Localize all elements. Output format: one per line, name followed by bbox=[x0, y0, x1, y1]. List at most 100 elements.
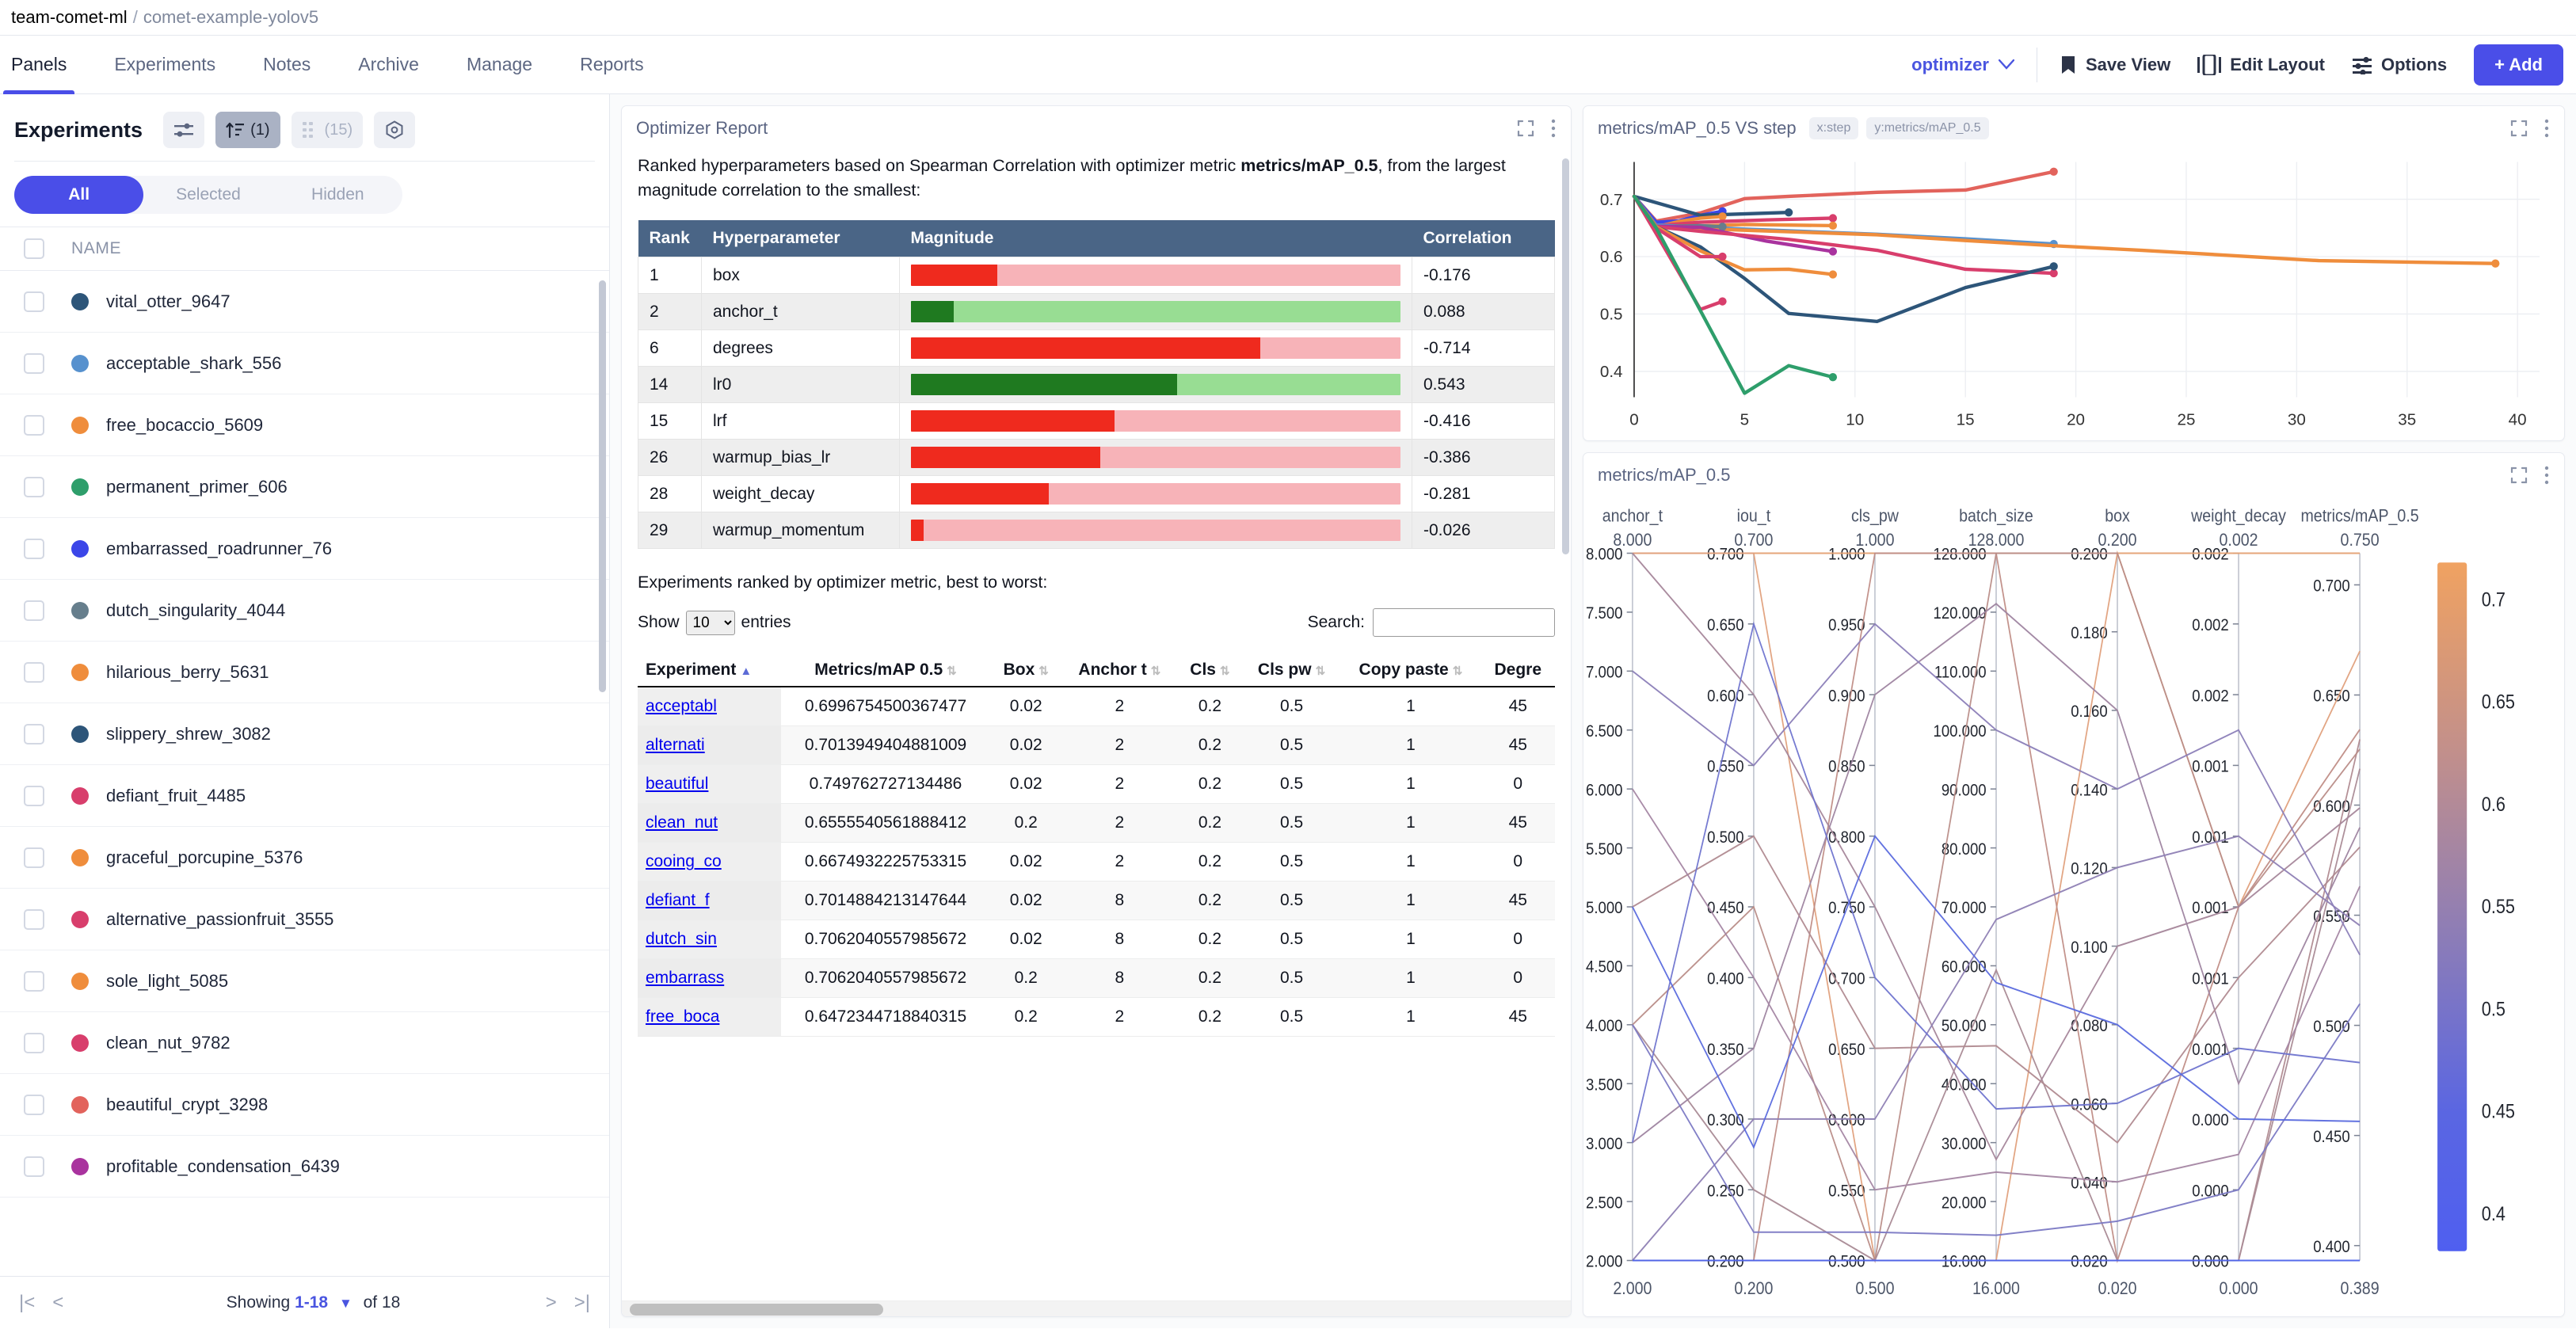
breadcrumb-team[interactable]: team-comet-ml bbox=[11, 7, 128, 28]
corr-header-hyperparameter[interactable]: Hyperparameter bbox=[701, 220, 900, 257]
view-selector[interactable]: optimizer bbox=[1911, 55, 2014, 75]
experiment-link[interactable]: acceptabl bbox=[646, 697, 717, 715]
data-point[interactable] bbox=[1828, 270, 1838, 279]
experiment-link[interactable]: free_boca bbox=[646, 1007, 719, 1026]
experiment-link[interactable]: clean_nut bbox=[646, 813, 718, 832]
experiment-checkbox[interactable] bbox=[24, 1094, 44, 1115]
experiment-list[interactable]: vital_otter_9647 acceptable_shark_556free… bbox=[0, 271, 609, 1276]
experiment-checkbox[interactable] bbox=[24, 476, 44, 497]
columns-button[interactable]: (15) bbox=[291, 112, 364, 148]
sidebar-scrollbar[interactable] bbox=[599, 280, 606, 692]
experiment-name[interactable]: hilarious_berry_5631 bbox=[106, 662, 269, 683]
experiment-name[interactable]: slippery_shrew_3082 bbox=[106, 724, 271, 744]
next-page-icon[interactable]: > bbox=[546, 1292, 557, 1314]
experiment-row[interactable]: slippery_shrew_3082 bbox=[0, 703, 609, 765]
select-all-checkbox[interactable] bbox=[24, 238, 44, 259]
cell-experiment[interactable]: acceptabl bbox=[638, 687, 782, 727]
sort-button[interactable]: (1) bbox=[215, 112, 280, 148]
dt-header-cls-pw[interactable]: Cls pw ⇅ bbox=[1242, 654, 1341, 688]
experiment-checkbox[interactable] bbox=[24, 1156, 44, 1177]
experiment-name[interactable]: embarrassed_roadrunner_76 bbox=[106, 539, 332, 559]
experiment-link[interactable]: alternati bbox=[646, 736, 705, 754]
cell-experiment[interactable]: cooing_co bbox=[638, 842, 782, 882]
data-point[interactable] bbox=[2049, 167, 2058, 176]
cell-experiment[interactable]: free_boca bbox=[638, 997, 782, 1038]
experiment-row[interactable]: defiant_fruit_4485 bbox=[0, 765, 609, 827]
experiment-name[interactable]: defiant_fruit_4485 bbox=[106, 786, 246, 806]
experiment-name[interactable]: graceful_porcupine_5376 bbox=[106, 847, 303, 868]
experiment-checkbox[interactable] bbox=[24, 908, 44, 930]
data-point[interactable] bbox=[1718, 297, 1727, 306]
dt-header-box[interactable]: Box ⇅ bbox=[989, 654, 1062, 688]
experiment-name[interactable]: dutch_singularity_4044 bbox=[106, 600, 285, 621]
page-size-select[interactable]: 102550100 bbox=[685, 610, 735, 635]
cell-experiment[interactable]: clean_nut bbox=[638, 803, 782, 843]
data-point[interactable] bbox=[1784, 208, 1793, 217]
experiment-name[interactable]: permanent_primer_606 bbox=[106, 477, 288, 497]
pagination-caret-icon[interactable]: ▼ bbox=[339, 1296, 352, 1311]
data-point[interactable] bbox=[1828, 221, 1838, 230]
experiment-name[interactable]: clean_nut_9782 bbox=[106, 1033, 231, 1053]
data-point[interactable] bbox=[1718, 212, 1727, 221]
data-point[interactable] bbox=[2491, 259, 2500, 268]
cell-experiment[interactable]: dutch_sin bbox=[638, 920, 782, 960]
experiment-row[interactable]: hilarious_berry_5631 bbox=[0, 642, 609, 703]
pc-chart-plot[interactable]: anchor_t 8.000 2.000 8.000 7.500 7.000 6.500 6.… bbox=[1583, 497, 2564, 1316]
breadcrumb-project[interactable]: comet-example-yolov5 bbox=[143, 7, 318, 28]
experiment-name[interactable]: vital_otter_9647 bbox=[106, 291, 231, 312]
dt-header-anchor-t[interactable]: Anchor t ⇅ bbox=[1061, 654, 1178, 688]
experiment-row[interactable]: acceptable_shark_556 bbox=[0, 333, 609, 394]
edit-layout-button[interactable]: Edit Layout bbox=[2197, 54, 2325, 75]
experiment-name[interactable]: acceptable_shark_556 bbox=[106, 353, 281, 374]
segment-selected[interactable]: Selected bbox=[143, 176, 272, 214]
data-point[interactable] bbox=[1828, 373, 1838, 382]
first-page-icon[interactable]: |< bbox=[19, 1292, 35, 1314]
experiment-row[interactable]: dutch_singularity_4044 bbox=[0, 580, 609, 642]
data-point[interactable] bbox=[1828, 247, 1838, 256]
report-vertical-scrollbar[interactable] bbox=[1562, 158, 1569, 554]
more-options-icon[interactable] bbox=[1550, 118, 1557, 139]
save-view-button[interactable]: Save View bbox=[2060, 55, 2170, 75]
corr-header-correlation[interactable]: Correlation bbox=[1412, 220, 1555, 257]
cell-experiment[interactable]: alternati bbox=[638, 725, 782, 766]
corr-header-rank[interactable]: Rank bbox=[638, 220, 702, 257]
expand-icon[interactable] bbox=[1517, 120, 1534, 137]
experiment-name[interactable]: profitable_condensation_6439 bbox=[106, 1156, 340, 1177]
experiment-link[interactable]: embarrass bbox=[646, 969, 724, 987]
report-body[interactable]: Ranked hyperparameters based on Spearman… bbox=[622, 150, 1571, 1300]
experiment-row[interactable]: vital_otter_9647 bbox=[0, 271, 609, 333]
tab-notes[interactable]: Notes bbox=[263, 36, 311, 93]
data-point[interactable] bbox=[1828, 214, 1838, 223]
experiment-link[interactable]: defiant_f bbox=[646, 891, 710, 909]
experiment-link[interactable]: dutch_sin bbox=[646, 930, 717, 948]
dt-header-map[interactable]: Metrics/mAP 0.5 ⇅ bbox=[781, 654, 990, 688]
experiment-checkbox[interactable] bbox=[24, 723, 44, 744]
data-point[interactable] bbox=[1718, 252, 1727, 261]
segment-hidden[interactable]: Hidden bbox=[273, 176, 402, 214]
experiment-row[interactable]: free_bocaccio_5609 bbox=[0, 394, 609, 456]
experiment-checkbox[interactable] bbox=[24, 538, 44, 559]
experiment-checkbox[interactable] bbox=[24, 1032, 44, 1053]
dt-header-experiment[interactable]: Experiment ▲ bbox=[638, 654, 782, 688]
tab-archive[interactable]: Archive bbox=[358, 36, 419, 93]
experiment-row[interactable]: beautiful_crypt_3298 bbox=[0, 1074, 609, 1136]
corr-header-magnitude[interactable]: Magnitude bbox=[899, 220, 1412, 257]
experiment-name[interactable]: beautiful_crypt_3298 bbox=[106, 1095, 268, 1115]
cell-experiment[interactable]: embarrass bbox=[638, 958, 782, 999]
target-button[interactable] bbox=[374, 112, 416, 148]
filter-sliders-button[interactable] bbox=[163, 112, 205, 148]
experiment-checkbox[interactable] bbox=[24, 600, 44, 621]
experiment-link[interactable]: cooing_co bbox=[646, 852, 722, 870]
dt-header-copy-paste[interactable]: Copy paste ⇅ bbox=[1340, 654, 1481, 688]
prev-page-icon[interactable]: < bbox=[52, 1292, 63, 1314]
last-page-icon[interactable]: >| bbox=[574, 1292, 590, 1314]
add-button[interactable]: + Add bbox=[2474, 44, 2563, 86]
experiment-row[interactable]: profitable_condensation_6439 bbox=[0, 1136, 609, 1198]
data-point[interactable] bbox=[2049, 262, 2058, 271]
experiment-row[interactable]: embarrassed_roadrunner_76 bbox=[0, 518, 609, 580]
expand-icon[interactable] bbox=[2510, 466, 2528, 484]
experiment-row[interactable]: permanent_primer_606 bbox=[0, 456, 609, 518]
experiment-row[interactable]: alternative_passionfruit_3555 bbox=[0, 889, 609, 950]
experiment-name[interactable]: sole_light_5085 bbox=[106, 971, 228, 992]
tab-manage[interactable]: Manage bbox=[467, 36, 532, 93]
